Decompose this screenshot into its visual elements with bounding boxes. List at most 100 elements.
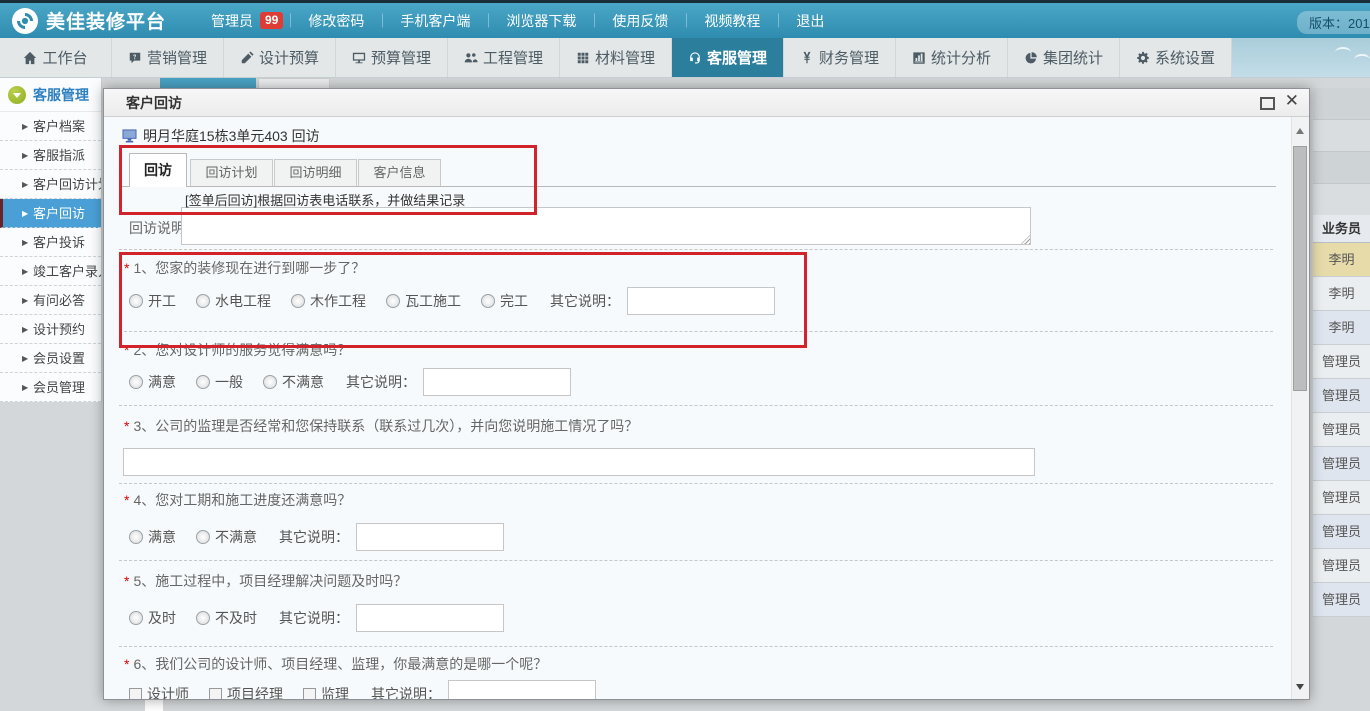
nav-tab-财务管理[interactable]: 财务管理 bbox=[784, 38, 896, 77]
answer-input[interactable] bbox=[123, 448, 1035, 476]
version-badge: 版本：20160622180 bbox=[1297, 11, 1370, 34]
topbar-menu-item[interactable]: 修改密码 bbox=[308, 13, 364, 29]
nav-tab-设计预算[interactable]: 设计预算 bbox=[224, 38, 336, 77]
radio-icon[interactable] bbox=[196, 375, 210, 389]
other-input[interactable] bbox=[627, 287, 775, 315]
radio-option-瓦工施工[interactable]: 瓦工施工 bbox=[386, 291, 461, 311]
topbar-menu-item[interactable]: 使用反馈 bbox=[612, 13, 668, 29]
radio-icon[interactable] bbox=[196, 611, 210, 625]
radio-icon[interactable] bbox=[291, 294, 305, 308]
other-input[interactable] bbox=[448, 680, 596, 699]
checkbox-option-项目经理[interactable]: 项目经理 bbox=[209, 684, 283, 699]
radio-icon[interactable] bbox=[129, 530, 143, 544]
checkbox-option-设计师[interactable]: 设计师 bbox=[129, 684, 189, 699]
salesman-row[interactable]: 管理员 bbox=[1313, 413, 1370, 447]
radio-option-完工[interactable]: 完工 bbox=[481, 291, 528, 311]
background-row bbox=[1313, 88, 1370, 120]
salesman-row[interactable]: 管理员 bbox=[1313, 481, 1370, 515]
sidebar-item-有问必答[interactable]: ▶有问必答 bbox=[0, 286, 101, 315]
topbar-menu-item[interactable]: 浏览器下载 bbox=[506, 13, 576, 29]
visit-note-textarea[interactable] bbox=[181, 207, 1031, 245]
salesman-row[interactable]: 管理员 bbox=[1313, 583, 1370, 617]
radio-option-不满意[interactable]: 不满意 bbox=[263, 372, 324, 392]
gear-icon bbox=[1136, 51, 1150, 65]
nav-tab-系统设置[interactable]: 系统设置 bbox=[1120, 38, 1232, 77]
grid-icon bbox=[576, 51, 590, 65]
other-input[interactable] bbox=[423, 368, 571, 396]
radio-option-水电工程[interactable]: 水电工程 bbox=[196, 291, 271, 311]
salesman-row[interactable]: 管理员 bbox=[1313, 515, 1370, 549]
nav-tab-统计分析[interactable]: 统计分析 bbox=[896, 38, 1008, 77]
salesman-row[interactable]: 管理员 bbox=[1313, 549, 1370, 583]
dialog-titlebar[interactable]: 客户回访 ✕ bbox=[104, 89, 1309, 117]
salesman-row[interactable]: 管理员 bbox=[1313, 345, 1370, 379]
salesman-row[interactable]: 管理员 bbox=[1313, 447, 1370, 481]
sidebar-item-客服指派[interactable]: ▶客服指派 bbox=[0, 141, 101, 170]
salesman-row[interactable]: 李明 bbox=[1313, 243, 1370, 277]
radio-icon[interactable] bbox=[196, 294, 210, 308]
sidebar-item-label: 客服指派 bbox=[33, 148, 85, 163]
sidebar-item-客户投诉[interactable]: ▶客户投诉 bbox=[0, 228, 101, 257]
nav-tab-营销管理[interactable]: 营销管理 bbox=[112, 38, 224, 77]
sidebar-item-会员管理[interactable]: ▶会员管理 bbox=[0, 373, 101, 402]
radio-icon[interactable] bbox=[263, 375, 277, 389]
radio-option-木作工程[interactable]: 木作工程 bbox=[291, 291, 366, 311]
radio-option-满意[interactable]: 满意 bbox=[129, 372, 176, 392]
sidebar-item-label: 客户回访 bbox=[33, 206, 85, 221]
nav-tab-集团统计[interactable]: 集团统计 bbox=[1008, 38, 1120, 77]
salesman-row[interactable]: 李明 bbox=[1313, 311, 1370, 345]
nav-tab-材料管理[interactable]: 材料管理 bbox=[560, 38, 672, 77]
notification-badge[interactable]: 99 bbox=[260, 12, 283, 29]
other-label: 其它说明： bbox=[371, 684, 441, 699]
scrollbar-thumb[interactable] bbox=[1293, 146, 1307, 391]
sidebar-item-竣工客户录入[interactable]: ▶竣工客户录入 bbox=[0, 257, 101, 286]
radio-option-满意[interactable]: 满意 bbox=[129, 527, 176, 547]
other-input[interactable] bbox=[356, 604, 504, 632]
salesman-row[interactable]: 李明 bbox=[1313, 277, 1370, 311]
radio-option-不满意[interactable]: 不满意 bbox=[196, 527, 257, 547]
dialog-tab-回访计划[interactable]: 回访计划 bbox=[190, 159, 273, 187]
dialog-scrollbar[interactable] bbox=[1291, 117, 1309, 699]
dialog-tab-回访[interactable]: 回访 bbox=[129, 153, 187, 187]
radio-icon[interactable] bbox=[386, 294, 400, 308]
radio-icon[interactable] bbox=[129, 611, 143, 625]
dialog-tab-回访明细[interactable]: 回访明细 bbox=[274, 159, 357, 187]
topbar-menu-item[interactable]: 手机客户端 bbox=[400, 13, 470, 29]
nav-tab-工程管理[interactable]: 工程管理 bbox=[448, 38, 560, 77]
sidebar-item-客户回访计划[interactable]: ▶客户回访计划 bbox=[0, 170, 101, 199]
radio-option-不及时[interactable]: 不及时 bbox=[196, 608, 257, 628]
sidebar-item-设计预约[interactable]: ▶设计预约 bbox=[0, 315, 101, 344]
maximize-icon[interactable] bbox=[1260, 97, 1275, 110]
radio-icon[interactable] bbox=[129, 375, 143, 389]
pie-icon bbox=[1024, 51, 1038, 65]
scroll-down-icon[interactable] bbox=[1296, 684, 1304, 694]
collapse-circle-icon[interactable] bbox=[8, 86, 26, 104]
radio-option-及时[interactable]: 及时 bbox=[129, 608, 176, 628]
checkbox-icon[interactable] bbox=[303, 688, 316, 700]
radio-icon[interactable] bbox=[481, 294, 495, 308]
checkbox-icon[interactable] bbox=[209, 688, 222, 700]
divider bbox=[119, 646, 1273, 647]
nav-tab-客服管理[interactable]: 客服管理 bbox=[672, 38, 784, 77]
sidebar-item-客户回访[interactable]: ▶客户回访 bbox=[0, 199, 101, 228]
sidebar-header[interactable]: 客服管理 bbox=[0, 78, 101, 112]
radio-option-一般[interactable]: 一般 bbox=[196, 372, 243, 392]
scroll-up-icon[interactable] bbox=[1296, 124, 1304, 134]
close-icon[interactable]: ✕ bbox=[1285, 91, 1299, 111]
current-user[interactable]: 管理员 99 bbox=[211, 11, 283, 31]
salesman-row[interactable]: 管理员 bbox=[1313, 379, 1370, 413]
sidebar-item-客户档案[interactable]: ▶客户档案 bbox=[0, 112, 101, 141]
topbar-menu-item[interactable]: 退出 bbox=[796, 13, 824, 29]
sidebar-item-会员设置[interactable]: ▶会员设置 bbox=[0, 344, 101, 373]
other-input[interactable] bbox=[356, 523, 504, 551]
checkbox-icon[interactable] bbox=[129, 688, 142, 700]
radio-option-开工[interactable]: 开工 bbox=[129, 291, 176, 311]
checkbox-option-监理[interactable]: 监理 bbox=[303, 684, 349, 699]
radio-icon[interactable] bbox=[129, 294, 143, 308]
dialog-tab-客户信息[interactable]: 客户信息 bbox=[358, 159, 441, 187]
nav-tab-工作台[interactable]: 工作台 bbox=[0, 38, 112, 77]
radio-icon[interactable] bbox=[196, 530, 210, 544]
bird-decor-icon bbox=[1354, 54, 1370, 65]
topbar-menu-item[interactable]: 视频教程 bbox=[704, 13, 760, 29]
nav-tab-预算管理[interactable]: 预算管理 bbox=[336, 38, 448, 77]
